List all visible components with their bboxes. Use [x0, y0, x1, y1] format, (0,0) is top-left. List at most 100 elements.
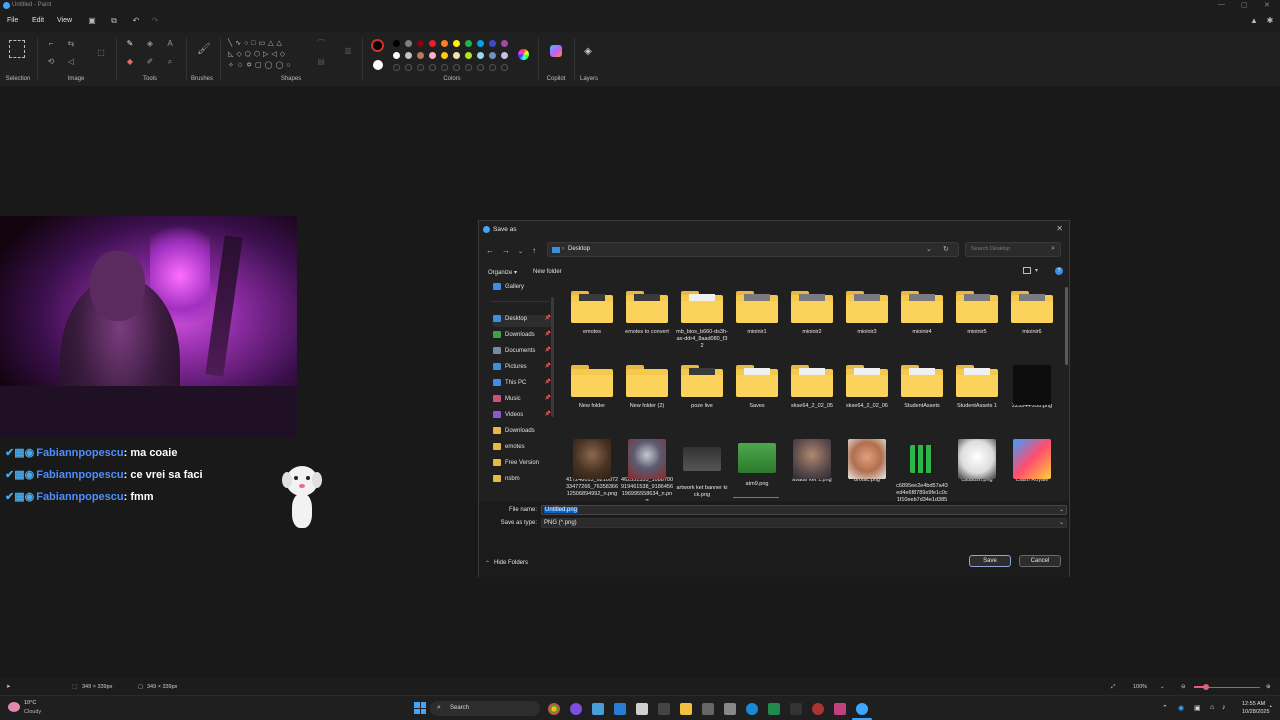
save-type-dropdown-icon[interactable]: ⌄	[1059, 519, 1064, 527]
folder-item[interactable]: Saves	[731, 365, 783, 410]
sidebar-item-documents[interactable]: Documents 📌	[493, 347, 551, 359]
color-picker-icon[interactable]: ✐	[145, 57, 155, 67]
folder-item[interactable]: StudentAssets	[896, 365, 948, 410]
layers-icon[interactable]: ◈	[583, 47, 593, 57]
dialog-close-button[interactable]: ✕	[1056, 224, 1063, 233]
color-swatch[interactable]	[405, 40, 412, 47]
custom-color-slot[interactable]	[429, 64, 436, 71]
view-dropdown-icon[interactable]: ▾	[1035, 267, 1038, 274]
hide-folders-button[interactable]: Hide Folders	[494, 560, 528, 566]
sidebar-item-gallery[interactable]: Gallery	[493, 283, 551, 295]
zoom-dropdown-icon[interactable]: ⌄	[1160, 684, 1165, 690]
color-swatch[interactable]	[489, 40, 496, 47]
menu-edit[interactable]: Edit	[32, 17, 44, 24]
notifications-icon[interactable]: ◔	[1268, 704, 1272, 711]
folder-item[interactable]: poze live	[676, 365, 728, 410]
sidebar-item-free-version[interactable]: Free Version	[493, 459, 551, 471]
app-icon[interactable]	[812, 703, 824, 715]
zoom-slider-thumb[interactable]	[1203, 684, 1209, 690]
excel-icon[interactable]	[768, 703, 780, 715]
image-select-icon[interactable]: ⬚	[96, 48, 106, 58]
sidebar-item-this-pc[interactable]: This PC 📌	[493, 379, 551, 391]
tray-overflow-icon[interactable]: ⌃	[1162, 704, 1168, 712]
save-icon[interactable]: ▣	[87, 16, 97, 26]
forward-icon[interactable]: →	[502, 246, 510, 255]
edit-colors-icon[interactable]	[518, 49, 529, 60]
file-item[interactable]: avatar ket 1.png	[786, 439, 838, 484]
color-swatch[interactable]	[393, 40, 400, 47]
recent-locations-icon[interactable]: ⌄	[518, 248, 523, 255]
file-name-input[interactable]: Untitled.png ⌄	[541, 505, 1067, 515]
undo-icon[interactable]: ↶	[131, 16, 141, 26]
color-swatch[interactable]	[465, 40, 472, 47]
color-swatch[interactable]	[501, 40, 508, 47]
color-swatch[interactable]	[453, 40, 460, 47]
color-swatch[interactable]	[501, 52, 508, 59]
color-swatch[interactable]	[441, 40, 448, 47]
menu-view[interactable]: View	[57, 17, 72, 24]
sidebar-item-downloads[interactable]: Downloads 📌	[493, 331, 551, 343]
weather-temp[interactable]: 10°C	[24, 700, 36, 706]
settings-icon[interactable]: ✱	[1265, 16, 1275, 26]
sidebar-item-desktop[interactable]: Desktop 📌	[493, 315, 551, 327]
custom-color-slot[interactable]	[405, 64, 412, 71]
start-icon[interactable]	[414, 702, 426, 714]
app-icon[interactable]	[724, 703, 736, 715]
view-options-icon[interactable]	[1023, 267, 1031, 274]
folder-item[interactable]: emotes	[566, 291, 618, 336]
maximize-button[interactable]: ▢	[1241, 1, 1248, 9]
folder-item[interactable]: mb_bios_b660-ds3h-ax-ddr4_8aad080_f32	[676, 291, 728, 350]
weather-icon[interactable]	[8, 702, 20, 712]
new-folder-button[interactable]: New folder	[533, 269, 562, 275]
chrome-icon[interactable]	[548, 703, 560, 715]
rotate-icon[interactable]: ⟲	[46, 57, 56, 67]
file-item[interactable]: brotac.png	[841, 439, 893, 484]
save-type-select[interactable]: PNG (*.png) ⌄	[541, 518, 1067, 528]
address-dropdown-icon[interactable]: ⌄	[926, 245, 932, 253]
steam-icon[interactable]	[746, 703, 758, 715]
folder-item[interactable]: New folder	[566, 365, 618, 410]
cancel-button[interactable]: Cancel	[1019, 555, 1061, 567]
share-icon[interactable]: ⧉	[109, 16, 119, 26]
up-icon[interactable]: ↑	[532, 246, 536, 255]
secondary-color-swatch[interactable]	[373, 60, 383, 70]
weather-desc[interactable]: Cloudy	[24, 709, 41, 715]
app-icon[interactable]	[834, 703, 846, 715]
file-item[interactable]: artwork ket banner kick.png	[676, 439, 728, 499]
folder-item[interactable]: mioinir3	[841, 291, 893, 336]
folder-item[interactable]: StudentAssets 1	[951, 365, 1003, 410]
clock-date[interactable]: 10/28/2025	[1242, 709, 1270, 715]
color-swatch[interactable]	[453, 52, 460, 59]
back-icon[interactable]: ←	[486, 246, 494, 255]
pencil-icon[interactable]: ✎	[125, 39, 135, 49]
magnifier-icon[interactable]: ⌕	[165, 57, 175, 67]
color-swatch[interactable]	[489, 52, 496, 59]
address-bar[interactable]: › Desktop ⌄ ↻	[547, 242, 959, 257]
folder-item[interactable]: mioinir1	[731, 291, 783, 336]
discord-icon[interactable]	[570, 703, 582, 715]
clock-time[interactable]: 12:55 AM	[1242, 701, 1265, 707]
tray-app-icon[interactable]: ▣	[1194, 704, 1201, 712]
color-swatch[interactable]	[429, 40, 436, 47]
file-item[interactable]: Clash Royale	[1006, 439, 1058, 484]
sidebar-item-emotes[interactable]: emotes	[493, 443, 551, 455]
sidebar-item-pictures[interactable]: Pictures 📌	[493, 363, 551, 375]
zoom-in-icon[interactable]: ⊕	[1266, 684, 1271, 690]
file-item[interactable]: 417248013_621087233477266_76358366125068…	[566, 439, 618, 498]
minimize-button[interactable]: —	[1218, 1, 1225, 8]
color-swatch[interactable]	[477, 40, 484, 47]
flip-icon[interactable]: ◁	[66, 57, 76, 67]
taskbar-search[interactable]: ⌕ Search	[430, 701, 540, 716]
color-swatch[interactable]	[417, 52, 424, 59]
shape-style-icon[interactable]: ▥	[343, 46, 353, 56]
app-icon[interactable]	[658, 703, 670, 715]
sidebar-item-videos[interactable]: Videos 📌	[493, 411, 551, 423]
shapes-row-2[interactable]: ◺◇⬠⬡▷◁◇	[228, 49, 304, 60]
folder-item[interactable]: mioinir6	[1006, 291, 1058, 336]
file-item[interactable]: atm9.png	[731, 439, 783, 488]
file-explorer-icon[interactable]	[680, 703, 692, 715]
chevron-up-icon[interactable]: ⌃	[485, 560, 490, 567]
selection-tool-icon[interactable]	[9, 40, 25, 58]
text-icon[interactable]: A	[165, 39, 175, 49]
sidebar-item-downloads[interactable]: Downloads	[493, 427, 551, 439]
